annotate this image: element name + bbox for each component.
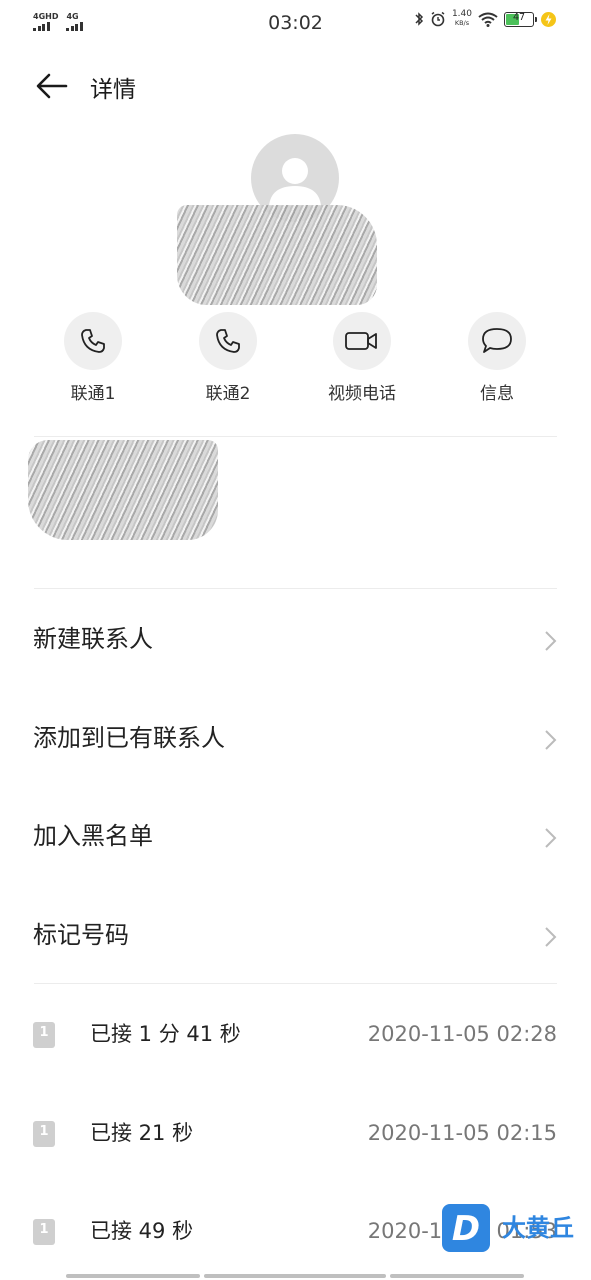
contact-actions: 联通1 联通2 视频电话 信息 — [0, 312, 591, 404]
back-arrow-icon[interactable] — [34, 72, 70, 100]
phone-icon — [216, 329, 240, 353]
chevron-right-icon — [545, 828, 557, 848]
call-time: 2020-11-05 02:28 — [367, 1022, 557, 1046]
watermark-text: 大黄丘 — [502, 1214, 574, 1242]
video-call-label: 视频电话 — [328, 384, 396, 404]
divider — [34, 983, 557, 984]
watermark-logo-icon: D — [442, 1204, 490, 1252]
battery-icon: 47 — [504, 11, 537, 27]
redacted-phone-number — [28, 440, 218, 540]
menu-block[interactable]: 加入黑名单 — [0, 787, 591, 886]
message-circle[interactable] — [468, 312, 526, 370]
video-camera-icon — [345, 332, 377, 350]
gesture-bar — [390, 1274, 524, 1278]
video-call-button[interactable]: 视频电话 — [302, 312, 422, 404]
call-time: 2020-11-05 02:15 — [367, 1121, 557, 1145]
network-speed-value: 1.40 — [451, 9, 472, 19]
alarm-icon — [431, 11, 445, 27]
page-title: 详情 — [90, 77, 136, 103]
call-sim1-circle[interactable] — [64, 312, 122, 370]
divider — [34, 588, 557, 589]
sim-card-number: 1 — [39, 1025, 49, 1040]
call-status: 已接 1 分 41 秒 — [90, 1022, 241, 1046]
phone-icon — [81, 329, 105, 353]
watermark-logo: D 大黄丘 — [440, 1204, 590, 1256]
message-bubble-icon — [482, 328, 512, 353]
chevron-right-icon — [545, 927, 557, 947]
status-icons: 1.40 KB/s 47 — [414, 10, 557, 28]
call-status: 已接 21 秒 — [90, 1121, 194, 1145]
divider — [34, 436, 557, 437]
chevron-right-icon — [545, 631, 557, 651]
video-call-circle[interactable] — [333, 312, 391, 370]
sim-card-number: 1 — [39, 1124, 49, 1139]
call-sim2-label: 联通2 — [205, 384, 251, 404]
menu-new-contact-label: 新建联系人 — [33, 625, 153, 653]
status-bar: 4GHD 4G 03:02 1.40 KB/s 47 — [0, 0, 591, 48]
network-speed: 1.40 KB/s — [452, 10, 472, 28]
sim-card-icon: 1 — [33, 1121, 55, 1147]
message-button[interactable]: 信息 — [437, 312, 557, 404]
redacted-contact-name — [177, 205, 377, 305]
call-status: 已接 49 秒 — [90, 1219, 194, 1243]
menu-new-contact[interactable]: 新建联系人 — [0, 590, 591, 689]
menu-mark-number[interactable]: 标记号码 — [0, 886, 591, 985]
call-log-item[interactable]: 1 已接 21 秒 2020-11-05 02:15 — [0, 1084, 591, 1183]
wifi-icon — [478, 12, 498, 27]
watermark-logo-letter: D — [451, 1209, 481, 1249]
call-sim1-label: 联通1 — [70, 384, 116, 404]
call-sim2-button[interactable]: 联通2 — [168, 312, 288, 404]
header: 详情 — [0, 60, 591, 112]
menu-block-label: 加入黑名单 — [33, 822, 153, 850]
chevron-right-icon — [545, 730, 557, 750]
battery-level: 47 — [512, 11, 526, 23]
message-label: 信息 — [480, 384, 514, 404]
network-speed-unit: KB/s — [454, 19, 470, 27]
menu-mark-number-label: 标记号码 — [33, 921, 129, 949]
menu-add-to-existing-label: 添加到已有联系人 — [33, 724, 225, 752]
call-sim2-circle[interactable] — [199, 312, 257, 370]
menu-add-to-existing[interactable]: 添加到已有联系人 — [0, 689, 591, 788]
sim-card-number: 1 — [39, 1222, 49, 1237]
charging-icon — [541, 11, 556, 27]
sim-card-icon: 1 — [33, 1219, 55, 1245]
bluetooth-icon — [415, 12, 424, 26]
gesture-bar — [204, 1274, 386, 1278]
call-log-item[interactable]: 1 已接 1 分 41 秒 2020-11-05 02:28 — [0, 985, 591, 1084]
gesture-bar — [66, 1274, 200, 1278]
call-sim1-button[interactable]: 联通1 — [33, 312, 153, 404]
sim-card-icon: 1 — [33, 1022, 55, 1048]
